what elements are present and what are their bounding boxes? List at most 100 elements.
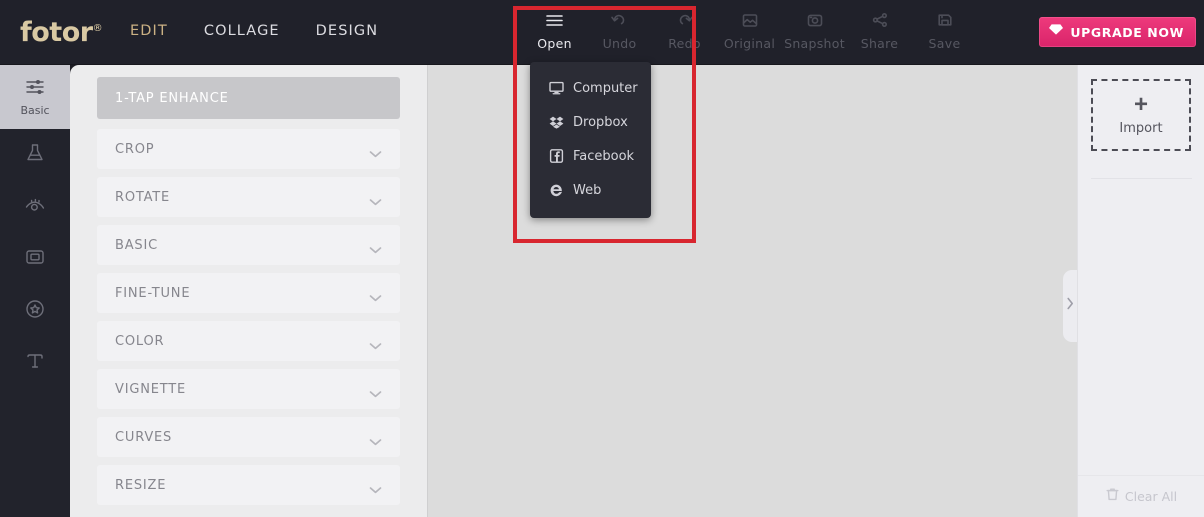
chevron-down-icon — [369, 193, 382, 206]
toolbar-share-label: Share — [860, 36, 899, 51]
nav-item-collage[interactable]: COLLAGE — [204, 23, 280, 39]
panel-row-rotate[interactable]: ROTATE — [97, 177, 400, 217]
sticker-badge-icon — [23, 297, 47, 326]
panel-row-color[interactable]: COLOR — [97, 321, 400, 361]
toolbar-share-button[interactable]: Share — [847, 9, 912, 51]
sidebar-item-text[interactable] — [0, 337, 70, 389]
toolbar-open-button[interactable]: Open — [522, 9, 587, 51]
panel-row-label: CURVES — [115, 429, 173, 445]
undo-arrow-icon — [610, 9, 629, 31]
diamond-icon — [1048, 23, 1064, 41]
panel-row-fine-tune[interactable]: FINE-TUNE — [97, 273, 400, 313]
dropdown-item-facebook[interactable]: Facebook — [530, 139, 651, 173]
trash-icon — [1106, 487, 1119, 506]
facebook-icon — [549, 149, 564, 164]
sidebar-item-stickers[interactable] — [0, 285, 70, 337]
import-label: Import — [1119, 120, 1163, 136]
adjustments-panel: 1-TAP ENHANCE CROP ROTATE BASIC FINE-TUN… — [70, 65, 427, 517]
toolbar-redo-label: Redo — [668, 36, 701, 51]
chevron-down-icon — [369, 145, 382, 158]
chevron-down-icon — [369, 385, 382, 398]
toolbar-save-label: Save — [928, 36, 961, 51]
nav-item-design[interactable]: DESIGN — [316, 23, 379, 39]
tray-divider — [1091, 178, 1192, 179]
top-bar: fotor® EDIT COLLAGE DESIGN Open Undo Red… — [0, 0, 1204, 65]
hamburger-menu-icon — [545, 9, 564, 31]
camera-icon — [806, 9, 824, 31]
toolbar-original-button[interactable]: Original — [717, 9, 782, 51]
frame-icon — [23, 245, 47, 274]
chevron-down-icon — [369, 481, 382, 494]
panel-row-label: COLOR — [115, 333, 165, 349]
dropdown-item-label: Computer — [573, 80, 638, 96]
registered-trademark-icon: ® — [92, 23, 103, 34]
toolbar-redo-button[interactable]: Redo — [652, 9, 717, 51]
panel-collapse-handle[interactable] — [1063, 270, 1077, 342]
nav-item-edit[interactable]: EDIT — [130, 23, 168, 39]
import-button[interactable]: + Import — [1091, 79, 1191, 151]
chevron-down-icon — [369, 289, 382, 302]
rail-spacer — [0, 389, 70, 515]
panel-row-label: BASIC — [115, 237, 158, 253]
dropdown-item-computer[interactable]: Computer — [530, 71, 651, 105]
fotor-logo[interactable]: fotor® — [20, 17, 103, 48]
open-source-dropdown: Computer Dropbox Facebook Web — [530, 62, 651, 218]
flask-effects-icon — [23, 141, 47, 170]
dropdown-item-dropbox[interactable]: Dropbox — [530, 105, 651, 139]
dropdown-item-web[interactable]: Web — [530, 173, 651, 207]
toolbar-snapshot-button[interactable]: Snapshot — [782, 9, 847, 51]
adjustments-list: 1-TAP ENHANCE CROP ROTATE BASIC FINE-TUN… — [70, 65, 427, 505]
image-icon — [741, 9, 759, 31]
photo-tray-panel: + Import Clear All — [1077, 65, 1204, 517]
panel-row-label: 1-TAP ENHANCE — [115, 90, 229, 106]
toolbar-open-label: Open — [537, 36, 572, 51]
redo-arrow-icon — [675, 9, 694, 31]
logo-text: fotor — [20, 17, 93, 48]
panel-row-label: ROTATE — [115, 189, 171, 205]
panel-row-resize[interactable]: RESIZE — [97, 465, 400, 505]
clear-all-button[interactable]: Clear All — [1078, 475, 1204, 517]
chevron-right-icon — [1066, 297, 1074, 315]
share-nodes-icon — [871, 9, 889, 31]
panel-row-label: RESIZE — [115, 477, 167, 493]
web-browser-icon — [549, 183, 564, 198]
text-tool-icon — [23, 349, 47, 378]
sidebar-item-beauty[interactable] — [0, 181, 70, 233]
dropdown-item-label: Facebook — [573, 148, 635, 164]
dropbox-icon — [549, 115, 564, 130]
clear-all-label: Clear All — [1124, 489, 1178, 504]
toolbar-snapshot-label: Snapshot — [784, 36, 845, 51]
chevron-down-icon — [369, 433, 382, 446]
sidebar-item-frames[interactable] — [0, 233, 70, 285]
sidebar-item-basic-label: Basic — [20, 104, 50, 117]
plus-icon: + — [1133, 90, 1148, 118]
sidebar-item-basic[interactable]: Basic — [0, 65, 70, 129]
panel-row-label: VIGNETTE — [115, 381, 187, 397]
image-canvas[interactable] — [427, 65, 1077, 517]
monitor-icon — [549, 81, 564, 96]
panel-row-label: FINE-TUNE — [115, 285, 191, 301]
sliders-icon — [24, 77, 46, 101]
upgrade-now-label: UPGRADE NOW — [1070, 24, 1184, 40]
floppy-disk-icon — [936, 9, 954, 31]
main-navigation: EDIT COLLAGE DESIGN — [130, 23, 378, 39]
fotor-editor-app: fotor® EDIT COLLAGE DESIGN Open Undo Red… — [0, 0, 1204, 517]
toolbar-save-button[interactable]: Save — [912, 9, 977, 51]
sidebar-item-effects[interactable] — [0, 129, 70, 181]
eye-beauty-icon — [23, 193, 47, 222]
toolbar-undo-button[interactable]: Undo — [587, 9, 652, 51]
panel-row-label: CROP — [115, 141, 155, 157]
dropdown-item-label: Dropbox — [573, 114, 628, 130]
panel-row-1-tap-enhance[interactable]: 1-TAP ENHANCE — [97, 77, 400, 119]
tool-rail: Basic — [0, 65, 70, 517]
toolbar-undo-label: Undo — [602, 36, 637, 51]
panel-row-vignette[interactable]: VIGNETTE — [97, 369, 400, 409]
dropdown-item-label: Web — [573, 182, 602, 198]
panel-row-curves[interactable]: CURVES — [97, 417, 400, 457]
panel-row-crop[interactable]: CROP — [97, 129, 400, 169]
chevron-down-icon — [369, 337, 382, 350]
upgrade-now-button[interactable]: UPGRADE NOW — [1039, 17, 1196, 47]
editor-toolbar: Open Undo Redo Original Snapshot Share S… — [522, 9, 977, 51]
panel-row-basic[interactable]: BASIC — [97, 225, 400, 265]
toolbar-original-label: Original — [723, 36, 776, 51]
